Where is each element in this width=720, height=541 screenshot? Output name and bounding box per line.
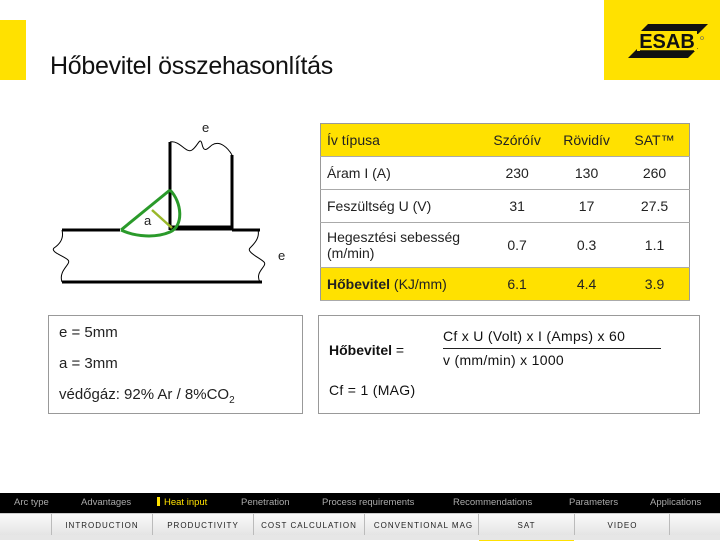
row-label: Feszültség U (V) <box>320 189 482 223</box>
cell: 6.1 <box>481 267 554 301</box>
param-a: a = 3mm <box>59 355 118 372</box>
header-cell: Rövidív <box>553 123 621 157</box>
nav-heat-input[interactable]: Heat input <box>157 497 207 508</box>
formula-box: Hőbevitel = Cf x U (Volt) x I (Amps) x 6… <box>318 315 700 414</box>
fillet-weld-diagram: e e a <box>40 110 310 300</box>
header-cell: Szóróív <box>481 123 554 157</box>
nav-recommendations[interactable]: Recommendations <box>453 497 532 508</box>
param-e: e = 5mm <box>59 324 118 341</box>
nav-advantages[interactable]: Advantages <box>81 497 131 508</box>
nav-process-requirements[interactable]: Process requirements <box>322 497 414 508</box>
cell: 230 <box>481 156 554 190</box>
table-row: Áram I (A) 230 130 260 <box>320 156 690 190</box>
arc-comparison-table: Ív típusa Szóróív Rövidív SAT™ Áram I (A… <box>320 123 690 301</box>
gas-text: védőgáz: 92% Ar / 8%CO <box>59 386 230 403</box>
subtab-introduction[interactable]: INTRODUCTION <box>51 514 152 536</box>
nav-arc-type[interactable]: Arc type <box>14 497 49 508</box>
subtab-productivity[interactable]: PRODUCTIVITY <box>152 514 253 536</box>
row-label: Áram I (A) <box>320 156 482 190</box>
cell: 1.1 <box>620 222 690 268</box>
label-e-top: e <box>202 120 209 135</box>
nav-bottom-strip <box>0 535 720 540</box>
formula-lhs: Hőbevitel = <box>329 342 404 358</box>
subtab-sat[interactable]: SAT <box>478 514 574 541</box>
esab-logo: ESAB <box>604 0 720 80</box>
label-e-side: e <box>278 248 285 263</box>
row-label: Hőbevitel (KJ/mm) <box>320 267 482 301</box>
cell: 260 <box>620 156 690 190</box>
cell: 3.9 <box>620 267 690 301</box>
cell: 0.3 <box>553 222 621 268</box>
subtab-conventional-mag[interactable]: CONVENTIONAL MAG <box>364 514 482 536</box>
table-result-row: Hőbevitel (KJ/mm) 6.1 4.4 3.9 <box>320 267 690 301</box>
esab-logo-icon: ESAB <box>628 24 708 58</box>
cell: 27.5 <box>620 189 690 223</box>
param-gas: védőgáz: 92% Ar / 8%CO2 <box>59 386 235 406</box>
result-label-bold: Hőbevitel <box>327 276 391 292</box>
nav-applications[interactable]: Applications <box>650 497 701 508</box>
row-label: Hegesztési sebesség (m/min) <box>320 222 482 268</box>
parameters-box: e = 5mm a = 3mm védőgáz: 92% Ar / 8%CO2 <box>48 315 303 414</box>
table-header-row: Ív típusa Szóróív Rövidív SAT™ <box>320 123 690 157</box>
main-navigation: Arc type Advantages Heat input Penetrati… <box>0 493 720 513</box>
formula-lhs-bold: Hőbevitel <box>329 342 393 358</box>
nav-parameters[interactable]: Parameters <box>569 497 618 508</box>
subtab-video[interactable]: VIDEO <box>574 514 670 536</box>
cell: 4.4 <box>553 267 621 301</box>
subtab-cost-calculation[interactable]: COST CALCULATION <box>253 514 364 536</box>
cell: 31 <box>481 189 554 223</box>
formula-eq: = <box>392 342 405 358</box>
label-a: a <box>144 213 152 228</box>
logo-text: ESAB <box>639 31 695 53</box>
subtab-empty-right <box>669 514 720 536</box>
cell: 130 <box>553 156 621 190</box>
formula-numerator: Cf x U (Volt) x I (Amps) x 60 <box>443 328 661 349</box>
result-label-unit: (KJ/mm) <box>390 276 447 292</box>
table-row: Feszültség U (V) 31 17 27.5 <box>320 189 690 223</box>
formula-cf: Cf = 1 (MAG) <box>329 382 416 398</box>
page-title: Hőbevitel összehasonlítás <box>50 52 333 80</box>
header-cell: Ív típusa <box>320 123 482 157</box>
formula-denominator: v (mm/min) x 1000 <box>443 352 565 368</box>
cell: 0.7 <box>481 222 554 268</box>
subtab-empty <box>0 514 51 536</box>
nav-penetration[interactable]: Penetration <box>241 497 290 508</box>
gas-subscript: 2 <box>229 395 235 406</box>
table-row: Hegesztési sebesség (m/min) 0.7 0.3 1.1 <box>320 222 690 268</box>
accent-bar <box>0 20 26 80</box>
header-cell: SAT™ <box>620 123 690 157</box>
cell: 17 <box>553 189 621 223</box>
sub-navigation: INTRODUCTION PRODUCTIVITY COST CALCULATI… <box>0 513 720 541</box>
